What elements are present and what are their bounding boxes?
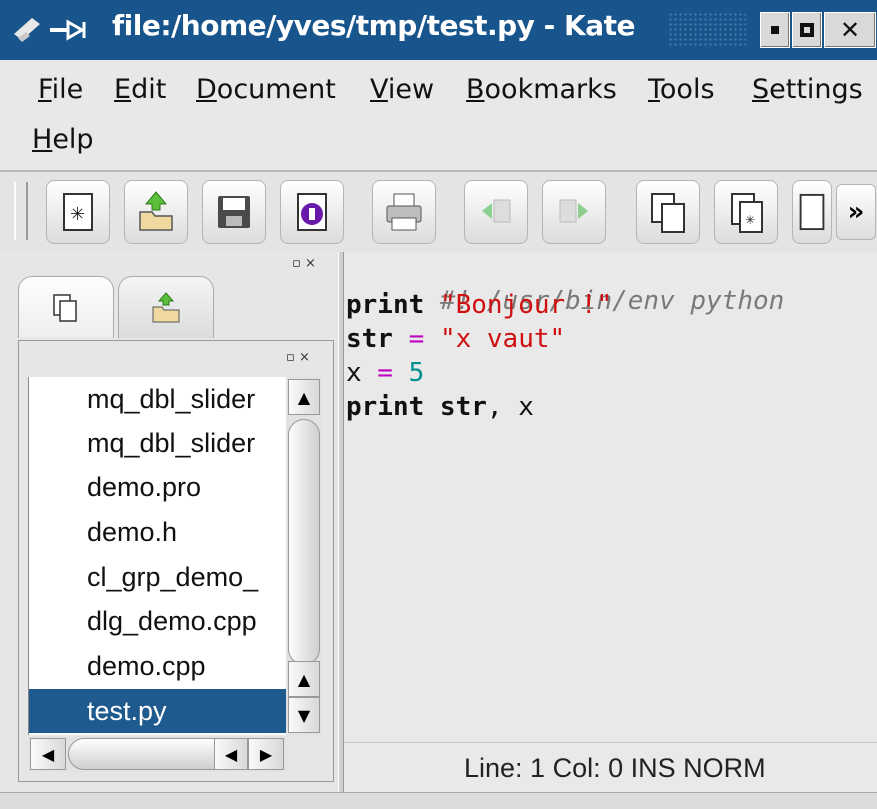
window-title: file:/home/yves/tmp/test.py - Kate [112,9,636,42]
status-bar: Line: 1 Col: 0 INS NORM [344,742,877,793]
file-list[interactable]: mq_dbl_slider mq_dbl_slider demo.pro dem… [28,377,287,735]
close-icon: ✕ [839,16,861,44]
menu-help[interactable]: Help [32,124,94,155]
open-document-icon [139,191,173,231]
code-operator: = [361,358,409,388]
code-operator: = [392,324,440,354]
kate-logo-icon [14,18,86,42]
main-toolbar: ✳ ✳ [0,172,877,252]
file-selector-icon [152,291,180,322]
print-button[interactable] [372,180,436,244]
scroll-right-button[interactable]: ▶ [248,738,284,770]
list-item[interactable]: demo.cpp [29,644,287,688]
svg-text:✳: ✳ [70,204,85,225]
print-icon [386,193,422,231]
menu-bookmarks[interactable]: Bookmarks [466,74,617,105]
code-string: "Bonjour !" [439,290,613,320]
code-line-3: str = "x vaut" [346,324,565,354]
minimize-button[interactable] [760,12,790,48]
menu-edit[interactable]: Edit [114,74,166,105]
arrow-up-icon: ▲ [297,669,311,689]
menu-tools[interactable]: Tools [648,74,715,105]
close-button[interactable]: ✕ [824,12,876,48]
maximize-button[interactable] [792,12,822,48]
title-bar-pattern [668,12,746,48]
undo-button[interactable] [464,180,528,244]
horizontal-scroll-thumb[interactable] [68,738,234,770]
toolbar-more-button[interactable]: » [836,184,876,240]
scroll-thumb[interactable] [288,419,320,665]
scroll-left-button-2[interactable]: ◀ [214,738,248,770]
menu-bar: File Edit Document View Bookmarks Tools … [0,60,877,170]
scroll-left-button[interactable]: ◀ [30,738,66,770]
undo-icon [482,199,511,223]
redo-button[interactable] [542,180,606,244]
menu-view[interactable]: View [370,74,434,105]
scroll-up-button-bottom[interactable]: ▲ [288,661,320,697]
scroll-up-button[interactable]: ▲ [288,379,320,415]
file-list-horizontal-scrollbar[interactable]: ◀ ◀ ▶ [28,736,286,772]
title-bar[interactable]: file:/home/yves/tmp/test.py - Kate ✕ [0,0,877,60]
list-item[interactable]: mq_dbl_slider [29,377,287,421]
redo-icon [559,199,588,223]
list-item[interactable]: dlg_demo.cpp [29,599,287,643]
arrow-up-icon: ▲ [297,387,311,407]
list-item[interactable]: mq_dbl_slider [29,421,287,465]
code-line-5: print str, x [346,392,534,422]
menu-document[interactable]: Document [196,74,336,105]
list-item[interactable]: demo.h [29,510,287,554]
code-keyword: print str [346,392,487,422]
menu-file[interactable]: File [38,74,83,105]
save-document-button[interactable] [202,180,266,244]
copy-button[interactable] [636,180,700,244]
new-document-icon: ✳ [63,193,93,231]
code-number: 5 [408,358,425,388]
open-document-button[interactable] [124,180,188,244]
kate-window: file:/home/yves/tmp/test.py - Kate ✕ Fil… [0,0,877,809]
code-keyword: str [346,324,393,354]
tab-document-list[interactable] [18,276,114,338]
copy-icon [651,193,685,233]
paste-icon [799,193,825,231]
code-line-2: print "Bonjour !" [346,290,612,320]
code-identifier: , x [486,392,534,422]
toolbar-handle[interactable] [14,182,28,240]
arrow-right-icon: ▶ [259,744,273,764]
tab-file-selector[interactable] [118,276,214,338]
code-string: "x vaut" [439,324,566,354]
list-item-selected[interactable]: test.py [29,689,287,733]
new-document-button[interactable]: ✳ [46,180,110,244]
arrow-left-icon: ◀ [41,744,55,764]
status-text: Line: 1 Col: 0 INS NORM [464,753,766,783]
scroll-down-button[interactable]: ▼ [288,697,320,733]
new-file-button[interactable]: ✳ [714,180,778,244]
code-line-4: x = 5 [346,358,424,388]
close-document-button[interactable] [280,180,344,244]
list-item[interactable]: cl_grp_demo_ [29,555,287,599]
maximize-icon [800,23,814,37]
arrow-left-icon: ◀ [224,744,238,764]
minimize-icon [771,26,779,34]
document-list-icon [53,293,77,322]
arrow-down-icon: ▼ [297,705,311,725]
list-item[interactable]: demo.pro [29,465,287,509]
file-list-dock-controls[interactable]: ▫ × [286,350,310,365]
file-list-vertical-scrollbar[interactable]: ▲ ▲ ▼ [286,377,322,735]
sidebar-dock-controls[interactable]: ▫ × [292,256,316,271]
close-document-icon [297,193,327,231]
menu-settings[interactable]: Settings [752,74,863,105]
new-file-icon: ✳ [731,193,763,233]
svg-text:✳: ✳ [745,213,755,227]
save-document-icon [218,196,250,228]
code-keyword: print [346,290,425,320]
code-editor[interactable]: #! /usr/bin/env python print "Bonjour !"… [344,252,877,742]
paste-button[interactable] [792,180,832,244]
code-identifier: x [346,358,362,388]
bottom-bar [0,792,877,809]
